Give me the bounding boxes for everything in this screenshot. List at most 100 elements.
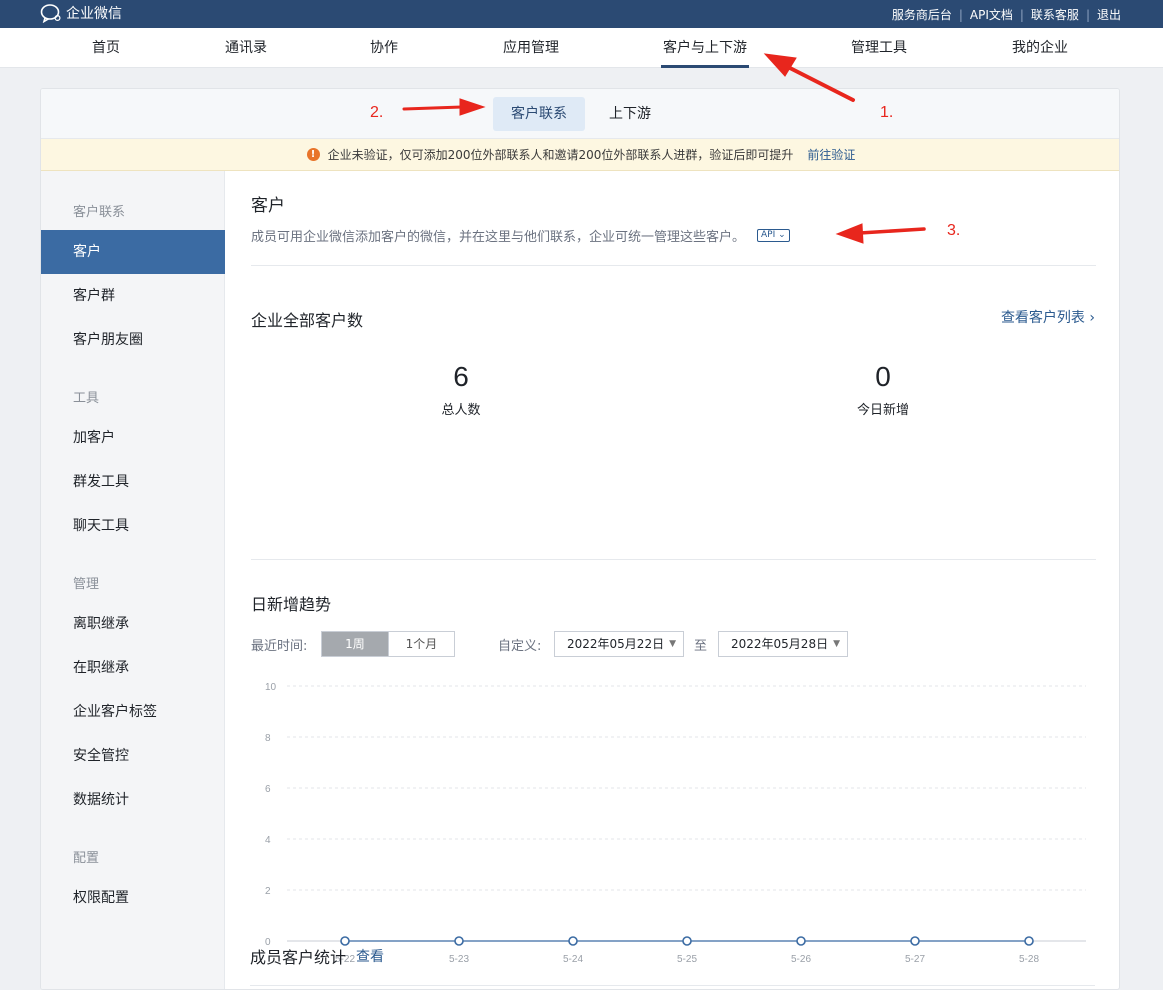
end-date-value: 2022年05月28日 — [731, 637, 829, 651]
view-customer-list-label: 查看客户列表 — [1000, 310, 1085, 326]
annotation-label-2: 2. — [370, 104, 384, 121]
separator: | — [1085, 7, 1090, 22]
caret-down-icon: ▼ — [669, 639, 676, 649]
range-1-week-button[interactable]: 1周 — [322, 632, 388, 656]
start-date-select[interactable]: 2022年05月22日 ▼ — [554, 631, 684, 657]
sidebar: 客户联系 客户 客户群 客户朋友圈 工具 加客户 群发工具 聊天工具 管理 离职… — [41, 171, 225, 989]
end-date-select[interactable]: 2022年05月28日 ▼ — [718, 631, 848, 657]
sidebar-item-resigned-inheritance[interactable]: 离职继承 — [41, 602, 225, 646]
sidebar-group-config: 配置 — [73, 851, 100, 866]
x-tick-label: 5-24 — [563, 954, 583, 965]
sidebar-group-customer-contact: 客户联系 — [73, 205, 126, 220]
annotation-label-3: 3. — [947, 222, 961, 239]
divider — [250, 985, 1095, 986]
y-tick-label: 2 — [265, 886, 271, 897]
data-point[interactable] — [682, 936, 692, 946]
data-point[interactable] — [1024, 936, 1034, 946]
x-tick-label: 5-23 — [449, 954, 469, 965]
sidebar-item-customer-moments[interactable]: 客户朋友圈 — [41, 318, 225, 362]
nav-contacts[interactable]: 通讯录 — [218, 28, 274, 68]
nav-app-management[interactable]: 应用管理 — [496, 28, 566, 68]
top-link-api-docs[interactable]: API文档 — [970, 6, 1013, 23]
tab-upstream-downstream[interactable]: 上下游 — [591, 97, 669, 131]
top-bar: 企业微信 服务商后台 | API文档 | 联系客服 | 退出 — [0, 0, 1163, 28]
data-point[interactable] — [568, 936, 578, 946]
top-links: 服务商后台 | API文档 | 联系客服 | 退出 — [892, 6, 1121, 23]
sidebar-item-customer-tags[interactable]: 企业客户标签 — [41, 690, 225, 734]
page-title: 客户 — [251, 196, 285, 216]
api-badge[interactable]: API ⌄ — [757, 229, 790, 242]
top-link-contact-support[interactable]: 联系客服 — [1031, 6, 1079, 23]
range-1-month-button[interactable]: 1个月 — [388, 632, 454, 656]
separator: | — [958, 7, 963, 22]
sidebar-item-customer-groups[interactable]: 客户群 — [41, 274, 225, 318]
sidebar-group-management: 管理 — [73, 577, 100, 592]
nav-home[interactable]: 首页 — [80, 28, 132, 68]
data-point[interactable] — [910, 936, 920, 946]
recent-time-label: 最近时间: — [251, 639, 308, 654]
separator: | — [1019, 7, 1024, 22]
divider — [251, 559, 1096, 560]
tab-customer-contact[interactable]: 客户联系 — [493, 97, 585, 131]
chevron-right-icon: › — [1089, 310, 1095, 326]
member-stats-view-link[interactable]: 查看 — [356, 946, 384, 966]
nav-customers-upstream-downstream[interactable]: 客户与上下游 — [661, 28, 749, 68]
start-date-value: 2022年05月22日 — [567, 637, 665, 651]
warning-icon: ! — [306, 148, 320, 161]
api-badge-label: API — [761, 230, 776, 240]
page-description: 成员可用企业微信添加客户的微信，并在这里与他们联系，企业可统一管理这些客户。 A… — [251, 226, 790, 245]
x-tick-label: 5-27 — [905, 954, 925, 965]
nav-management-tools[interactable]: 管理工具 — [844, 28, 914, 68]
data-point[interactable] — [796, 936, 806, 946]
sidebar-item-broadcast-tool[interactable]: 群发工具 — [41, 460, 225, 504]
sidebar-item-chat-tool[interactable]: 聊天工具 — [41, 504, 225, 548]
verification-notice: ! 企业未验证，仅可添加200位外部联系人和邀请200位外部联系人进群，验证后即… — [41, 139, 1119, 171]
nav-collaboration[interactable]: 协作 — [362, 28, 406, 68]
chevron-down-icon: ⌄ — [778, 230, 786, 240]
y-tick-label: 4 — [265, 835, 271, 846]
sidebar-item-data-statistics[interactable]: 数据统计 — [41, 778, 225, 822]
logo[interactable]: 企业微信 — [40, 3, 122, 23]
data-point[interactable] — [454, 936, 464, 946]
sidebar-item-permission-config[interactable]: 权限配置 — [41, 876, 225, 920]
y-tick-label: 8 — [265, 733, 271, 744]
custom-label: 自定义: — [498, 639, 542, 654]
content-area: 客户 成员可用企业微信添加客户的微信，并在这里与他们联系，企业可统一管理这些客户… — [225, 171, 1119, 989]
sub-nav: 客户联系 上下游 — [41, 89, 1119, 139]
member-stats-header: 成员客户统计 查看 — [250, 944, 384, 968]
stat-total: 6 总人数 — [361, 361, 561, 418]
stat-today-label: 今日新增 — [856, 403, 909, 418]
view-customer-list-link[interactable]: 查看客户列表 › — [1001, 307, 1095, 327]
caret-down-icon: ▼ — [833, 639, 840, 649]
divider — [251, 265, 1096, 266]
logo-text: 企业微信 — [66, 6, 122, 22]
sidebar-group-tools: 工具 — [73, 391, 100, 406]
annotation-label-1: 1. — [880, 104, 894, 121]
x-tick-label: 5-26 — [791, 954, 811, 965]
main-nav: 首页 通讯录 协作 应用管理 客户与上下游 管理工具 我的企业 — [0, 28, 1163, 68]
y-tick-label: 10 — [265, 682, 277, 693]
range-segment: 1周 1个月 — [321, 631, 455, 657]
wecom-logo-icon — [40, 4, 61, 23]
to-label: 至 — [694, 639, 708, 654]
top-link-service-provider[interactable]: 服务商后台 — [892, 6, 952, 23]
sidebar-item-security-control[interactable]: 安全管控 — [41, 734, 225, 778]
top-link-logout[interactable]: 退出 — [1097, 6, 1121, 23]
stat-today-value: 0 — [875, 361, 891, 392]
description-text: 成员可用企业微信添加客户的微信，并在这里与他们联系，企业可统一管理这些客户。 — [251, 230, 746, 245]
notice-text: 企业未验证，仅可添加200位外部联系人和邀请200位外部联系人进群，验证后即可提… — [327, 148, 794, 162]
stat-today: 0 今日新增 — [783, 361, 983, 418]
verify-link[interactable]: 前往验证 — [807, 146, 855, 163]
sidebar-item-active-inheritance[interactable]: 在职继承 — [41, 646, 225, 690]
trend-title: 日新增趋势 — [251, 595, 332, 614]
stat-total-value: 6 — [453, 361, 469, 392]
x-tick-label: 5-28 — [1019, 954, 1039, 965]
sidebar-item-customers[interactable]: 客户 — [41, 230, 225, 274]
daily-trend-chart: 02468105-22 5-23 5-24 5-25 5-26 5-27 5-28 — [265, 682, 1086, 965]
y-tick-label: 6 — [265, 784, 271, 795]
x-tick-label: 5-25 — [677, 954, 697, 965]
stat-total-label: 总人数 — [441, 403, 481, 418]
total-customers-title: 企业全部客户数 — [251, 311, 364, 330]
sidebar-item-add-customer[interactable]: 加客户 — [41, 416, 225, 460]
nav-my-company[interactable]: 我的企业 — [1004, 28, 1076, 68]
